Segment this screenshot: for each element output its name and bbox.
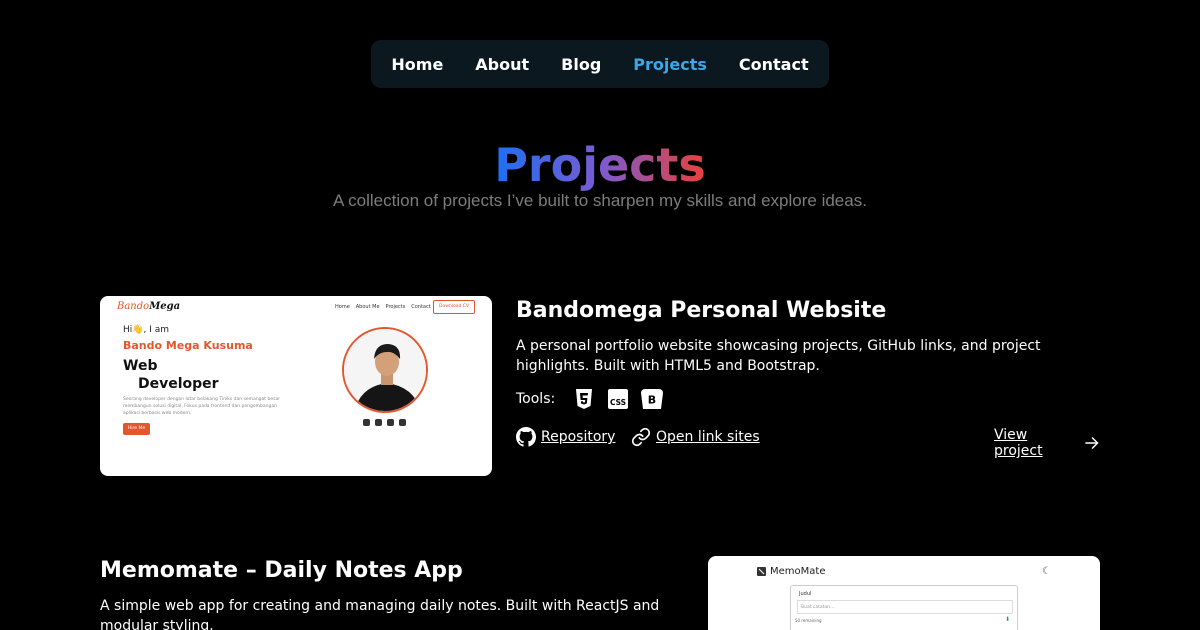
project-title: Bandomega Personal Website	[516, 298, 887, 323]
nav-blog[interactable]: Blog	[561, 55, 601, 74]
nav-projects[interactable]: Projects	[633, 55, 707, 74]
css-icon: CSS	[607, 388, 629, 410]
link-icon	[631, 427, 651, 447]
project-thumbnail-bandomega[interactable]: BandoMega Home About Me Projects Contact…	[100, 296, 492, 476]
thumb-greeting: Hi👋, I am	[123, 325, 169, 335]
page-subtitle: A collection of projects I’ve built to s…	[333, 191, 867, 210]
html5-icon	[573, 388, 595, 410]
thumb-social-icons	[363, 419, 406, 426]
project-tools: Tools: CSS B	[516, 388, 664, 410]
nav-home[interactable]: Home	[391, 55, 443, 74]
thumb-profile-photo	[342, 327, 428, 413]
bootstrap-icon: B	[641, 388, 664, 410]
repository-link[interactable]: Repository	[516, 427, 615, 447]
svg-text:B: B	[648, 394, 656, 407]
thumb-name: Bando Mega Kusuma	[123, 339, 253, 352]
moon-icon: ☾	[1042, 566, 1051, 577]
arrow-right-icon	[1084, 437, 1098, 449]
github-icon	[516, 427, 536, 447]
download-icon: ⬇	[1005, 616, 1011, 623]
main-nav: Home About Blog Projects Contact	[371, 40, 829, 88]
thumb2-note-form: Judul Buat catatan... 50 remaining ⬇	[790, 585, 1018, 630]
project-description: A personal portfolio website showcasing …	[516, 338, 1041, 374]
tools-label: Tools:	[516, 391, 556, 407]
nav-contact[interactable]: Contact	[739, 55, 809, 74]
thumb-role-2: Developer	[138, 376, 219, 392]
thumb-hire-button: Hire Me	[123, 423, 150, 435]
svg-text:CSS: CSS	[610, 398, 626, 407]
thumb2-logo: MemoMate	[756, 566, 825, 577]
thumb-role: Web	[123, 358, 158, 374]
project-description-2: A simple web app for creating and managi…	[100, 598, 660, 630]
thumb2-field-label: Judul	[799, 591, 812, 597]
thumb2-remaining: 50 remaining	[795, 618, 822, 623]
notebook-icon	[757, 567, 766, 576]
project-links: Repository Open link sites View project	[516, 427, 1100, 459]
thumb-cv-button: Download CV	[433, 300, 475, 314]
project-thumbnail-memomate[interactable]: MemoMate ☾ Judul Buat catatan... 50 rema…	[708, 556, 1100, 630]
page-title: Projects	[494, 138, 706, 192]
thumb-logo: BandoMega	[117, 301, 181, 312]
thumb-blurb: Seorang developer dengan latar belakang …	[123, 397, 281, 416]
thumb2-note-input: Buat catatan...	[797, 600, 1013, 614]
view-project-link[interactable]: View project	[994, 427, 1100, 459]
nav-about[interactable]: About	[475, 55, 529, 74]
thumb-menu: Home About Me Projects Contact	[335, 304, 431, 310]
open-site-link[interactable]: Open link sites	[631, 427, 760, 447]
project-title-2: Memomate – Daily Notes App	[100, 558, 463, 583]
